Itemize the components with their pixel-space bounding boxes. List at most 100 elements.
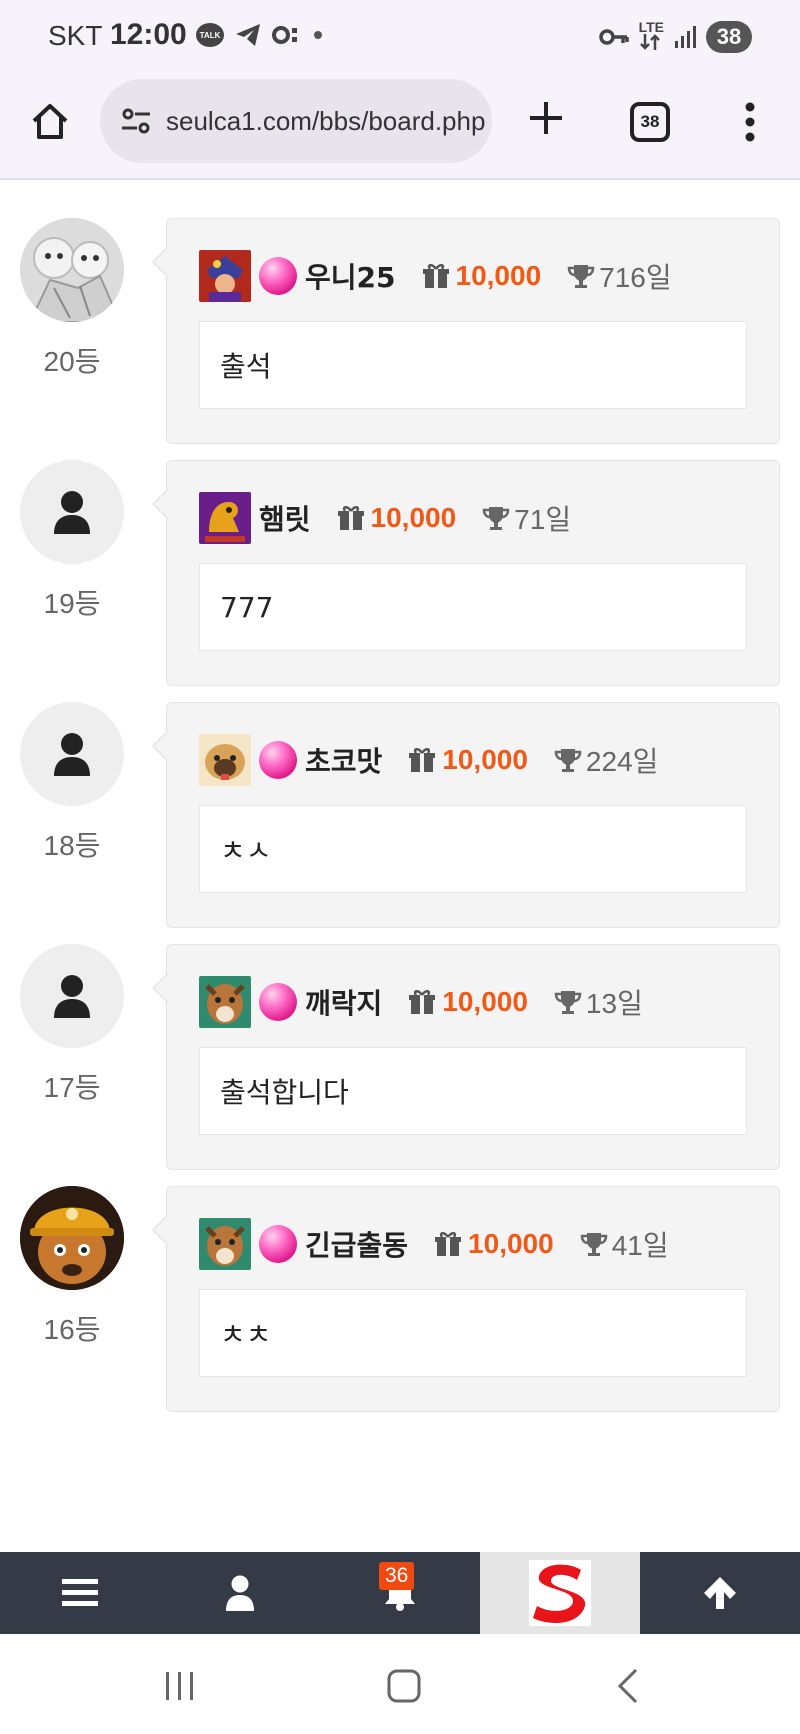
level-icon	[199, 492, 251, 544]
trophy-icon	[482, 507, 510, 530]
profile-button[interactable]	[160, 1552, 320, 1634]
user-meta: 햄릿 10,000 71일	[199, 491, 571, 545]
points-value: 10,000	[468, 1228, 554, 1259]
tab-switcher-button[interactable]: 38	[630, 102, 670, 142]
gift-icon	[409, 990, 436, 1014]
site-settings-icon[interactable]	[118, 103, 154, 139]
gift-icon	[337, 506, 364, 530]
points-value: 10,000	[442, 744, 528, 775]
rank-label: 20등	[43, 346, 101, 377]
points-value: 10,000	[442, 986, 528, 1017]
address-bar[interactable]: seulca1.com/bbs/board.php	[100, 79, 492, 163]
points-value: 10,000	[370, 502, 457, 533]
rank-label: 17등	[43, 1072, 101, 1103]
home-icon	[32, 104, 68, 139]
default-user-icon	[54, 733, 90, 776]
link-icon	[272, 26, 297, 44]
list-item: 19등 햄릿 10,000 71일 777	[0, 424, 800, 686]
site-bottom-nav: 36	[0, 1552, 800, 1634]
gem-icon	[259, 1225, 297, 1263]
signal-icon	[675, 26, 696, 48]
trophy-icon	[580, 1233, 607, 1256]
user-meta: 깨락지 10,000 13일	[199, 975, 643, 1029]
comment-bubble: 긴급출동 10,000 41일 ㅊㅊ	[152, 1186, 780, 1412]
hamburger-icon	[62, 1579, 98, 1606]
avatar[interactable]	[20, 460, 124, 564]
dot-icon	[314, 31, 322, 39]
url-text[interactable]: seulca1.com/bbs/board.php	[166, 106, 485, 137]
nickname[interactable]: 긴급출동	[305, 1224, 408, 1264]
user-meta: 초코맛 10,000 224일	[199, 733, 658, 787]
attendance-days: 13일	[585, 988, 643, 1019]
level-icon	[199, 1218, 251, 1270]
user-meta: 우니25 10,000 716일	[199, 249, 672, 303]
list-item: 16등 긴급출동 10,000 41일 ㅊㅊ	[0, 1150, 800, 1412]
gem-icon	[259, 257, 297, 295]
list-item: 17등 깨락지 10,000 13일 출석합니다	[0, 908, 800, 1170]
user-icon	[226, 1575, 254, 1611]
browser-menu-button[interactable]	[738, 96, 762, 148]
clock: 12:00	[110, 18, 187, 51]
back-button[interactable]	[604, 1662, 652, 1710]
notifications-button[interactable]: 36	[320, 1552, 480, 1634]
menu-button[interactable]	[0, 1552, 160, 1634]
comment-text: 777	[199, 563, 747, 651]
gift-icon	[435, 1232, 462, 1256]
list-item: 18등 초코맛 10,000 224일 ㅊㅅ	[0, 666, 800, 928]
level-icon	[199, 734, 251, 786]
rank-label: 16등	[43, 1314, 101, 1345]
gem-icon	[259, 983, 297, 1021]
kakaotalk-icon: TALK	[196, 23, 224, 47]
avatar[interactable]	[20, 1186, 124, 1290]
comment-bubble: 햄릿 10,000 71일 777	[152, 460, 780, 686]
attendance-list: 20등 우니25 10,000 716일 출석 19등 햄릿 10,000 71…	[0, 182, 800, 1552]
home-nav-button[interactable]	[380, 1662, 428, 1710]
attendance-days: 716일	[599, 262, 672, 293]
rank-label: 19등	[43, 588, 101, 619]
back-icon	[617, 1668, 638, 1704]
avatar[interactable]	[20, 944, 124, 1048]
nickname[interactable]: 초코맛	[305, 740, 382, 780]
recent-apps-button[interactable]	[156, 1662, 204, 1710]
home-square-icon	[387, 1669, 421, 1703]
user-meta: 긴급출동 10,000 41일	[199, 1217, 669, 1271]
system-nav-bar	[0, 1634, 800, 1734]
attendance-days: 41일	[611, 1230, 669, 1261]
avatar[interactable]	[20, 702, 124, 806]
site-logo-button[interactable]	[480, 1552, 640, 1634]
level-icon	[199, 976, 251, 1028]
home-button[interactable]	[26, 98, 74, 146]
attendance-days: 71일	[514, 504, 572, 535]
more-vert-icon	[745, 102, 755, 142]
comment-text: 출석합니다	[199, 1047, 747, 1135]
nickname[interactable]: 깨락지	[305, 982, 382, 1022]
comment-text: ㅊㅅ	[199, 805, 747, 893]
user-photo-icon	[20, 218, 124, 322]
carrier-label: SKT	[48, 20, 103, 51]
telegram-icon	[236, 24, 260, 46]
scroll-top-button[interactable]	[640, 1552, 800, 1634]
comment-text: 출석	[199, 321, 747, 409]
battery-indicator: 38	[706, 21, 752, 53]
nickname[interactable]: 우니25	[305, 256, 396, 296]
vpn-key-icon	[598, 29, 629, 45]
comment-bubble: 깨락지 10,000 13일 출석합니다	[152, 944, 780, 1170]
notification-icons: TALK	[196, 22, 324, 48]
gem-icon	[259, 741, 297, 779]
trophy-icon	[554, 749, 582, 772]
trophy-icon	[554, 991, 582, 1014]
gift-icon	[422, 264, 449, 288]
notification-count-badge: 36	[379, 1562, 415, 1590]
new-tab-button[interactable]	[522, 94, 570, 142]
user-photo-icon	[20, 1186, 124, 1290]
list-item: 20등 우니25 10,000 716일 출석	[0, 182, 800, 444]
avatar[interactable]	[20, 218, 124, 322]
arrow-up-icon	[704, 1577, 736, 1609]
site-logo-icon	[529, 1560, 591, 1626]
recent-apps-icon	[166, 1672, 193, 1700]
attendance-days: 224일	[585, 746, 659, 777]
trophy-icon	[567, 265, 595, 288]
nickname[interactable]: 햄릿	[259, 498, 311, 538]
system-icons: LTE 38	[598, 20, 752, 54]
browser-toolbar: seulca1.com/bbs/board.php 38	[0, 72, 800, 180]
